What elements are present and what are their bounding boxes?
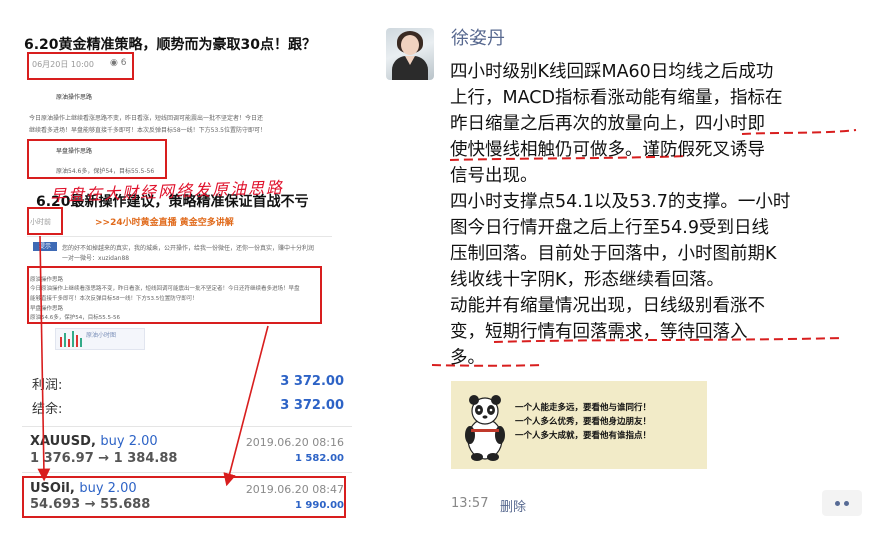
live-link[interactable]: >>24小时黄金直播 黄金空多讲解 bbox=[95, 215, 234, 228]
trade-symbol-name: USOil, bbox=[30, 481, 75, 496]
meme-image[interactable]: 一个人能走多远，要看他与谁同行！ 一个人多么优秀，要看他身边朋友！ 一个人多大成… bbox=[451, 381, 707, 469]
trade-side: buy 2.00 bbox=[100, 434, 158, 449]
post-time: 13:57 bbox=[451, 496, 489, 511]
section1-label: 原油操作思路 bbox=[56, 94, 93, 101]
article-title[interactable]: 6.20黄金精准策略，顺势而为豪取30点！跟？ bbox=[24, 34, 316, 54]
section2-label: 早盘操作思路 bbox=[56, 148, 93, 155]
view-count: ◉ 6 bbox=[110, 58, 126, 68]
balance-value: 3 372.00 bbox=[280, 398, 344, 413]
post-line: 信号出现。 bbox=[450, 166, 538, 186]
post-line: 昨日缩量之后再次的放量向上，四小时即 bbox=[450, 114, 765, 134]
delete-link[interactable]: 删除 bbox=[500, 496, 526, 515]
section1-text-2: 继续看多进场！早盘能够直接千多即可！本次反弹目标58一线！下方53.5位置防守即… bbox=[29, 127, 266, 134]
post-line: 使快慢线相触仍可做多。谨防假死叉诱导 bbox=[450, 140, 765, 160]
section2-text: 原油54.6多，保护54，目标55.5-56 bbox=[56, 168, 155, 175]
section1-text-1: 今日原油操作上继续看涨思路不变，昨日看涨，短线回调可能震出一批不坚定者！今日还 bbox=[29, 115, 264, 122]
divider bbox=[22, 472, 352, 473]
trade-price: 1 376.97 → 1 384.88 bbox=[30, 451, 178, 466]
post-line: 线收线十字阴K，形态继续看回落。 bbox=[450, 270, 724, 290]
notice-text-1: 您的好不如掉越来的真实，我的城乘，公开操作，给我一份微任，还你一份真实，赚中十分… bbox=[62, 245, 315, 252]
more-options-button[interactable] bbox=[822, 490, 862, 516]
trade-symbol-name: XAUUSD, bbox=[30, 434, 96, 449]
balance-label: 结余: bbox=[32, 402, 63, 417]
left-screenshot: 6.20黄金精准策略，顺势而为豪取30点！跟？ 06月20日 10:00 ◉ 6… bbox=[0, 0, 352, 542]
chart-label: 原油小时图 bbox=[86, 332, 117, 339]
dot-icon bbox=[844, 501, 849, 506]
box-line-5: 原油54.6多，保护54，目标55.5-56 bbox=[30, 315, 120, 321]
trade-datetime: 2019.06.20 08:16 bbox=[245, 436, 344, 449]
meme-quote: 一个人多么优秀，要看他身边朋友！ bbox=[515, 417, 652, 427]
post-line: 图今日行情开盘之后上行至54.9受到日线 bbox=[450, 218, 769, 238]
author-avatar[interactable] bbox=[386, 28, 434, 80]
panda-illustration bbox=[465, 395, 505, 461]
trade-price: 54.693 → 55.688 bbox=[30, 497, 151, 512]
box-line-1: 原油操作思路 bbox=[30, 277, 64, 283]
profit-value: 3 372.00 bbox=[280, 374, 344, 389]
trade-pnl: 1 990.00 bbox=[294, 500, 344, 511]
dot-icon bbox=[835, 501, 840, 506]
trade-pnl: 1 582.00 bbox=[294, 453, 344, 464]
post-line: 四小时支撑点54.1以及53.7的支撑。一小时 bbox=[450, 192, 791, 212]
time-ago: 小时前 bbox=[30, 218, 51, 226]
notice-text-2: 一对一微号：xuzidan88 bbox=[62, 255, 130, 262]
eye-icon: ◉ bbox=[110, 58, 118, 68]
post-line: 四小时级别K线回踩MA60日均线之后成功 bbox=[450, 62, 774, 82]
view-count-value: 6 bbox=[120, 58, 127, 68]
notice-tag: 提示 bbox=[33, 242, 57, 251]
box-line-2: 今日原油操作上继续看涨思路不变，昨日看涨，短线回调可能震出一批不坚定者！今日还符… bbox=[30, 286, 300, 292]
divider bbox=[27, 236, 332, 237]
trade-datetime: 2019.06.20 08:47 bbox=[245, 483, 344, 496]
trade-side: buy 2.00 bbox=[79, 481, 137, 496]
post-body: 四小时级别K线回踩MA60日均线之后成功 上行，MACD指标看涨动能有缩量，指标… bbox=[450, 59, 870, 371]
box-line-4: 早盘操作思路 bbox=[30, 306, 64, 312]
divider bbox=[22, 426, 352, 427]
article-date: 06月20日 10:00 bbox=[32, 60, 94, 69]
post-line: 变，短期行情有回落需求，等待回落入 bbox=[450, 322, 748, 342]
trade-symbol[interactable]: USOil, buy 2.00 bbox=[30, 481, 137, 496]
post-line: 多。 bbox=[450, 348, 485, 368]
author-name[interactable]: 徐姿丹 bbox=[451, 24, 505, 50]
profit-label: 利润: bbox=[32, 378, 63, 393]
post-line: 动能并有缩量情况出现，日线级别看涨不 bbox=[450, 296, 765, 316]
trade-symbol[interactable]: XAUUSD, buy 2.00 bbox=[30, 434, 158, 449]
meme-quote: 一个人多大成就，要看他有谁指点！ bbox=[515, 431, 652, 441]
post-line: 上行，MACD指标看涨动能有缩量，指标在 bbox=[450, 88, 783, 108]
meme-quote: 一个人能走多远，要看他与谁同行！ bbox=[515, 403, 652, 413]
post-line: 压制回落。目前处于回落中，小时图前期K bbox=[450, 244, 777, 264]
box-line-3: 能够直接千多即可！本次反弹目标58一线！下方53.5位置防守即可！ bbox=[30, 296, 198, 302]
meme-quotes: 一个人能走多远，要看他与谁同行！ 一个人多么优秀，要看他身边朋友！ 一个人多大成… bbox=[515, 401, 651, 443]
